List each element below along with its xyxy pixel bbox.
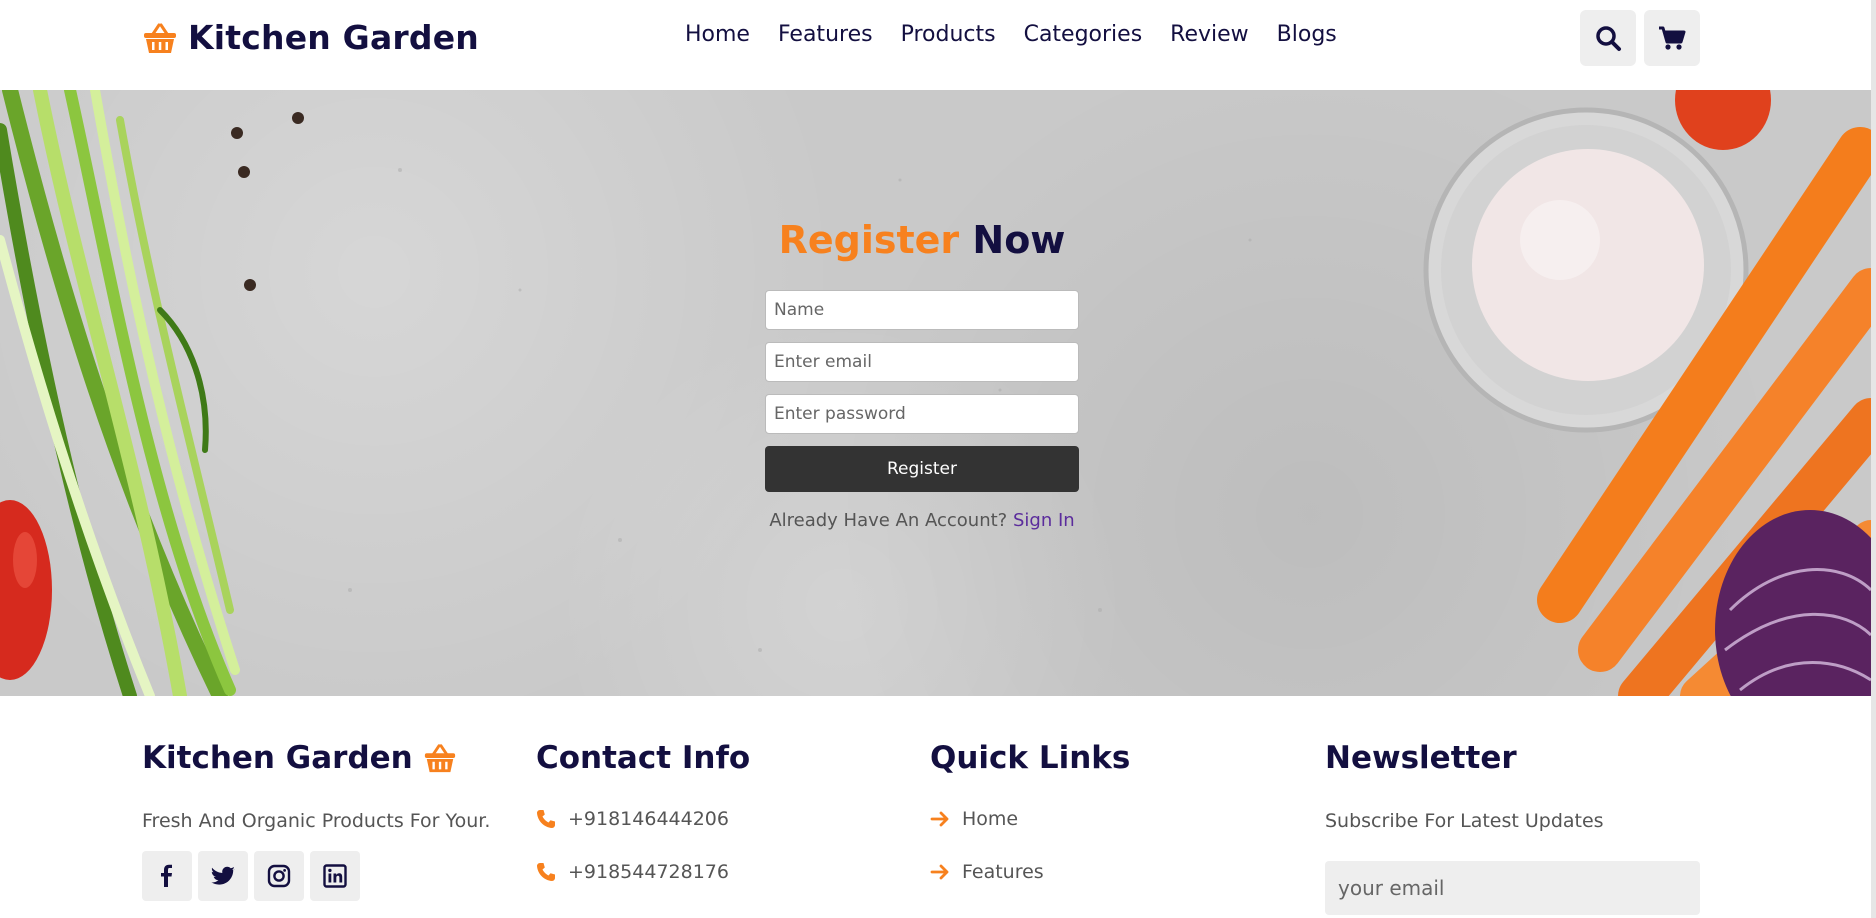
name-input[interactable] [765, 290, 1079, 330]
basket-icon [424, 744, 455, 773]
footer-brand-name: Kitchen Garden [142, 740, 413, 776]
instagram-link[interactable] [254, 851, 304, 901]
footer-quick-links-column: Quick Links [930, 740, 1130, 776]
phone-number: +918544728176 [568, 861, 729, 883]
hero-section: Register Now Register Already Have An Ac… [0, 90, 1871, 696]
brand-logo[interactable]: Kitchen Garden [142, 18, 479, 57]
search-icon [1596, 26, 1621, 51]
footer-tagline: Fresh And Organic Products For Your. [142, 810, 491, 832]
quick-links-title: Quick Links [930, 740, 1131, 776]
phone-number: +918146444206 [568, 808, 729, 830]
arrow-right-icon [930, 811, 949, 827]
register-title-accent: Register [778, 218, 960, 262]
nav-categories[interactable]: Categories [1024, 22, 1143, 47]
arrow-right-icon [930, 864, 949, 880]
footer-contact-column: Contact Info [536, 740, 750, 776]
nav-home[interactable]: Home [685, 22, 750, 47]
sign-in-prompt: Already Have An Account? Sign In [765, 510, 1079, 531]
footer-brand-title: Kitchen Garden [142, 740, 457, 776]
phone-link[interactable]: +918544728176 [536, 861, 729, 883]
linkedin-link[interactable] [310, 851, 360, 901]
register-button[interactable]: Register [765, 446, 1079, 492]
site-footer: Kitchen Garden Fresh And Organic Product… [0, 696, 1876, 918]
quick-link-home[interactable]: Home [930, 808, 1018, 830]
instagram-icon [267, 864, 291, 888]
cart-icon [1659, 26, 1686, 50]
newsletter-text: Subscribe For Latest Updates [1325, 810, 1604, 832]
newsletter-email-input[interactable] [1325, 861, 1700, 915]
cart-button[interactable] [1644, 10, 1700, 66]
already-text: Already Have An Account? [769, 510, 1008, 531]
register-title: Register Now [765, 218, 1079, 262]
site-header: Kitchen Garden Home Features Products Ca… [0, 0, 1876, 90]
contact-title: Contact Info [536, 740, 751, 776]
social-links [142, 851, 360, 901]
register-form: Register Now Register Already Have An Ac… [765, 218, 1079, 531]
nav-review[interactable]: Review [1170, 22, 1249, 47]
footer-newsletter-column: Newsletter [1325, 740, 1517, 776]
twitter-icon [211, 866, 235, 885]
nav-features[interactable]: Features [778, 22, 873, 47]
phone-icon [537, 810, 555, 828]
footer-brand-column: Kitchen Garden [142, 740, 457, 776]
linkedin-icon [323, 864, 347, 888]
newsletter-title: Newsletter [1325, 740, 1517, 776]
register-title-rest: Now [972, 218, 1066, 262]
quick-link-features[interactable]: Features [930, 861, 1044, 883]
page-scrollbar[interactable] [1871, 0, 1876, 918]
email-input[interactable] [765, 342, 1079, 382]
facebook-link[interactable] [142, 851, 192, 901]
password-input[interactable] [765, 394, 1079, 434]
facebook-icon [161, 864, 172, 887]
main-nav: Home Features Products Categories Review… [685, 22, 1337, 47]
phone-icon [537, 863, 555, 881]
twitter-link[interactable] [198, 851, 248, 901]
search-button[interactable] [1580, 10, 1636, 66]
sign-in-link[interactable]: Sign In [1013, 510, 1075, 531]
quick-link-label: Home [962, 808, 1019, 830]
nav-blogs[interactable]: Blogs [1277, 22, 1337, 47]
basket-icon [144, 23, 176, 53]
brand-name: Kitchen Garden [188, 18, 480, 57]
phone-link[interactable]: +918146444206 [536, 808, 729, 830]
quick-link-label: Features [962, 861, 1044, 883]
nav-products[interactable]: Products [901, 22, 996, 47]
